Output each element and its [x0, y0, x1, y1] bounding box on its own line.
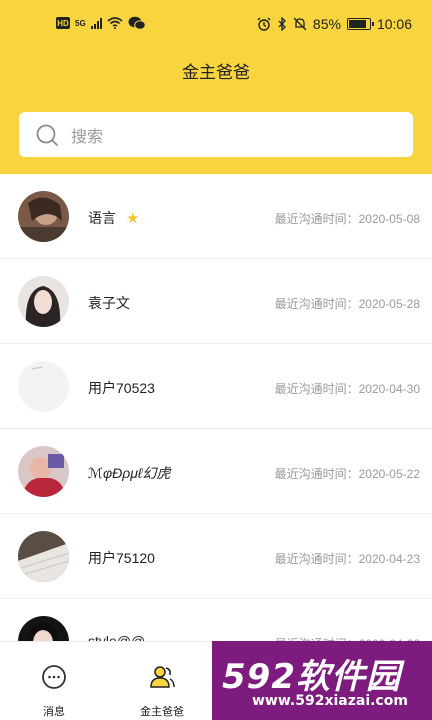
list-item[interactable]: 袁子文 最近沟通时间：2020-05-28: [0, 259, 432, 344]
contact-name-row: 用户75120: [88, 548, 155, 568]
last-contact-time: 最近沟通时间：2020-05-28: [274, 297, 420, 311]
contact-name: 语言: [88, 210, 116, 226]
list-item[interactable]: 用户75120 最近沟通时间：2020-04-23: [0, 514, 432, 599]
contact-name-row: 袁子文: [88, 293, 130, 313]
search-placeholder: 搜索: [71, 128, 104, 146]
list-item[interactable]: ℳφĐρμℓ幻虎 最近沟通时间：2020-05-22: [0, 429, 432, 514]
search-icon: [35, 123, 59, 147]
page-title: 金主爸爸: [182, 63, 250, 82]
mute-bell-icon: [293, 17, 307, 31]
avatar: [18, 191, 69, 242]
battery-icon: [346, 18, 374, 30]
watermark-logo: 592软件园 www.592xiazai.com: [212, 641, 432, 720]
status-bar: HD 5G 85% 10:06: [0, 0, 432, 52]
message-icon: [41, 664, 67, 690]
avatar: [18, 276, 69, 327]
header-bar: HD 5G 85% 10:06 金主爸爸 搜索: [0, 0, 432, 174]
tab-label: 消息: [43, 706, 65, 718]
signal-icon: [90, 17, 102, 29]
wifi-icon: [107, 17, 123, 29]
avatar: [18, 361, 69, 412]
clock: 10:06: [376, 16, 412, 32]
status-left: HD 5G: [56, 16, 146, 30]
network-label: 5G: [75, 18, 86, 28]
hd-badge: HD: [56, 17, 70, 29]
last-contact-time: 最近沟通时间：2020-05-08: [274, 212, 420, 226]
wechat-icon: [128, 16, 146, 30]
contact-name: 袁子文: [88, 295, 130, 311]
tab-sponsors[interactable]: 金主爸爸: [108, 642, 216, 720]
battery-percent: 85%: [312, 16, 341, 32]
last-contact-time: 最近沟通时间：2020-04-23: [274, 552, 420, 566]
tab-label: 金主爸爸: [140, 706, 184, 718]
watermark-title: 592软件园: [222, 657, 401, 697]
users-icon: [149, 664, 175, 690]
contact-name-row: 用户70523: [88, 378, 155, 398]
bluetooth-icon: [278, 17, 286, 31]
alarm-icon: [257, 17, 271, 31]
avatar: [18, 531, 69, 582]
contact-name: 用户70523: [88, 380, 155, 396]
contact-name-row: ℳφĐρμℓ幻虎: [88, 463, 170, 483]
contact-name-row: 语言 ★: [88, 208, 139, 228]
contact-list: 语言 ★ 最近沟通时间：2020-05-08 袁子文 最近沟通时间：2020-0…: [0, 174, 432, 684]
contact-name: 用户75120: [88, 550, 155, 566]
star-icon: ★: [126, 210, 140, 227]
contact-name: ℳφĐρμℓ幻虎: [88, 465, 171, 481]
last-contact-time: 最近沟通时间：2020-04-30: [274, 382, 420, 396]
last-contact-time: 最近沟通时间：2020-05-22: [274, 467, 420, 481]
battery-fill: [348, 20, 366, 28]
list-item[interactable]: 语言 ★ 最近沟通时间：2020-05-08: [0, 174, 432, 259]
watermark-url: www.592xiazai.com: [252, 693, 408, 709]
tab-messages[interactable]: 消息: [0, 642, 108, 720]
list-item[interactable]: 用户70523 最近沟通时间：2020-04-30: [0, 344, 432, 429]
search-input[interactable]: 搜索: [19, 112, 413, 157]
avatar: [18, 446, 69, 497]
status-right: 85% 10:06: [257, 16, 412, 32]
